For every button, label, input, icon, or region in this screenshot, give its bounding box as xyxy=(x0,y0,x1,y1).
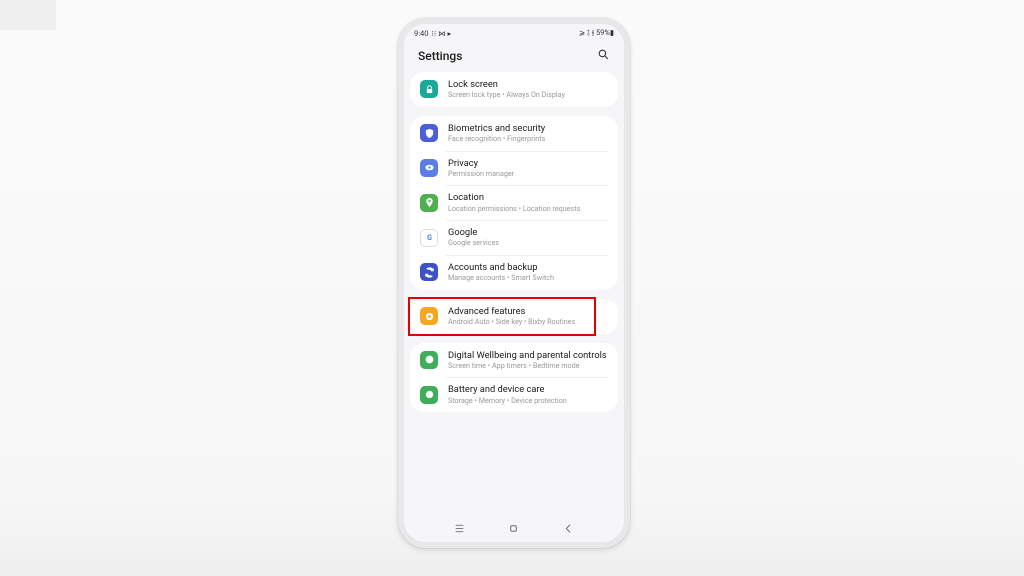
item-subtitle: Storage • Memory • Device protection xyxy=(448,397,567,406)
status-bar: 9:40 ⁝⁝ ⋈ ▸ ⩾ ⫱ ⫲ 59%▮ xyxy=(404,24,624,42)
settings-group: Advanced featuresAndroid Auto • Side key… xyxy=(410,299,618,334)
item-title: Google xyxy=(448,227,499,238)
circle-icon xyxy=(420,351,438,369)
item-title: Accounts and backup xyxy=(448,262,554,273)
gear-icon xyxy=(420,307,438,325)
item-title: Digital Wellbeing and parental controls xyxy=(448,350,607,361)
back-button[interactable] xyxy=(562,522,575,538)
item-subtitle: Screen lock type • Always On Display xyxy=(448,91,565,100)
item-subtitle: Android Auto • Side key • Bixby Routines xyxy=(448,318,575,327)
lock-icon xyxy=(420,80,438,98)
item-subtitle: Location permissions • Location requests xyxy=(448,205,580,214)
settings-group: Digital Wellbeing and parental controlsS… xyxy=(410,343,618,413)
item-subtitle: Manage accounts • Smart Switch xyxy=(448,274,554,283)
recents-button[interactable] xyxy=(453,522,466,538)
item-subtitle: Face recognition • Fingerprints xyxy=(448,135,545,144)
settings-group: Biometrics and securityFace recognition … xyxy=(410,116,618,290)
phone-screen: 9:40 ⁝⁝ ⋈ ▸ ⩾ ⫱ ⫲ 59%▮ Settings Lock scr… xyxy=(404,24,624,542)
status-right-indicators: ⩾ ⫱ ⫲ 59%▮ xyxy=(579,28,614,38)
item-title: Privacy xyxy=(448,158,514,169)
page-title: Settings xyxy=(418,49,462,63)
item-subtitle: Screen time • App timers • Bedtime mode xyxy=(448,362,607,371)
item-title: Battery and device care xyxy=(448,384,567,395)
item-title: Location xyxy=(448,192,580,203)
heart-icon xyxy=(420,386,438,404)
item-subtitle: Google services xyxy=(448,239,499,248)
search-icon[interactable] xyxy=(597,48,610,64)
item-title: Lock screen xyxy=(448,79,565,90)
navigation-bar xyxy=(404,518,624,542)
pin-icon xyxy=(420,194,438,212)
settings-group: Lock screenScreen lock type • Always On … xyxy=(410,72,618,107)
settings-item-wellbeing[interactable]: Digital Wellbeing and parental controlsS… xyxy=(410,343,618,378)
home-button[interactable] xyxy=(507,522,520,538)
page-corner-tab xyxy=(0,0,56,30)
google-icon: G xyxy=(420,229,438,247)
shield-icon xyxy=(420,124,438,142)
item-subtitle: Permission manager xyxy=(448,170,514,179)
settings-item-google[interactable]: G GoogleGoogle services xyxy=(410,220,618,255)
svg-text:G: G xyxy=(427,233,432,242)
settings-item-biometrics[interactable]: Biometrics and securityFace recognition … xyxy=(410,116,618,151)
settings-item-privacy[interactable]: PrivacyPermission manager xyxy=(410,151,618,186)
eye-icon xyxy=(420,159,438,177)
sync-icon xyxy=(420,263,438,281)
settings-header: Settings xyxy=(404,42,624,70)
settings-item-location[interactable]: Location Location permissions • Location … xyxy=(410,185,618,220)
settings-list[interactable]: Lock screenScreen lock type • Always On … xyxy=(404,70,624,518)
settings-item-battery[interactable]: Battery and device care Storage • Memory … xyxy=(410,377,618,412)
status-left-indicators: ⁝⁝ ⋈ ▸ xyxy=(431,29,451,38)
settings-item-accounts[interactable]: Accounts and backupManage accounts • Sma… xyxy=(410,255,618,290)
status-time: 9:40 xyxy=(414,29,428,38)
phone-frame: 9:40 ⁝⁝ ⋈ ▸ ⩾ ⫱ ⫲ 59%▮ Settings Lock scr… xyxy=(398,18,630,548)
item-title: Advanced features xyxy=(448,306,575,317)
settings-item-advanced[interactable]: Advanced featuresAndroid Auto • Side key… xyxy=(410,299,618,334)
settings-item-lock-screen[interactable]: Lock screenScreen lock type • Always On … xyxy=(410,72,618,107)
item-title: Biometrics and security xyxy=(448,123,545,134)
